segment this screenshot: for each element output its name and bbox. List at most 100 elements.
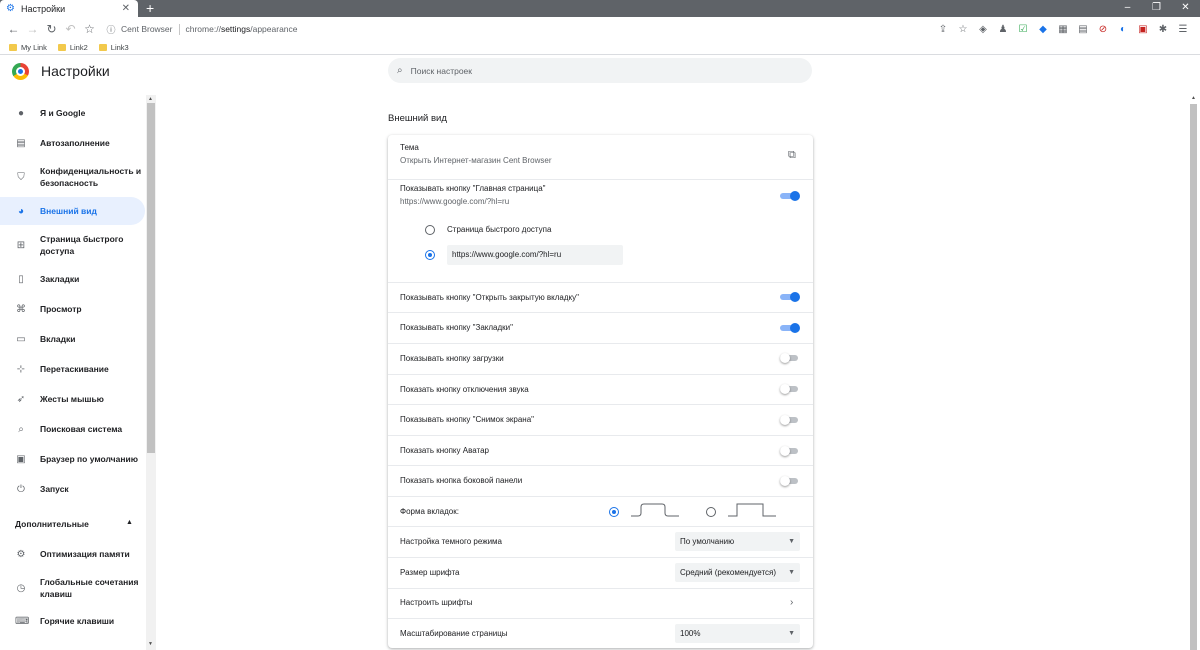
browser-icon: ▣ — [16, 453, 26, 465]
store-ext-icon[interactable]: ▤ — [1073, 24, 1093, 35]
home-button-toggle[interactable] — [780, 191, 800, 201]
screenshot-button-toggle[interactable] — [780, 415, 800, 425]
close-icon[interactable]: ✕ — [122, 3, 130, 14]
browse-icon: ⌘ — [16, 303, 26, 315]
speed-dial-icon: ⊞ — [16, 239, 26, 251]
radio-tab-shape-square[interactable] — [706, 507, 716, 517]
page-zoom-select[interactable]: 100% ▼ — [675, 624, 800, 643]
divider — [388, 435, 813, 436]
back-button[interactable]: ← — [4, 22, 23, 36]
sidebar-item-privacy[interactable]: ⛉ Конфиденциальность и безопасность — [0, 164, 145, 190]
new-tab-button[interactable]: + — [146, 0, 154, 16]
close-window-button[interactable]: ✕ — [1171, 0, 1200, 17]
bookmark-star-button[interactable]: ☆ — [80, 22, 99, 36]
folder-icon — [9, 44, 17, 51]
custom-fonts-row[interactable]: Настроить шрифты — [388, 598, 813, 612]
sidebar-item-mouse-gestures[interactable]: ➶ Жесты мышью — [0, 391, 145, 407]
grid-ext-icon[interactable]: ▦ — [1053, 24, 1073, 35]
reload-button[interactable]: ↻ — [42, 22, 61, 36]
font-size-select[interactable]: Средний (рекомендуется) ▼ — [675, 563, 800, 582]
undo-close-button[interactable]: ↶ — [61, 22, 80, 36]
sidebar-item-autofill[interactable]: ▤ Автозаполнение — [0, 135, 145, 151]
sidebar-item-startup[interactable]: ⏻ Запуск — [0, 481, 145, 497]
bookmark-item[interactable]: My Link — [9, 43, 47, 52]
menu-icon[interactable]: ☰ — [1173, 24, 1193, 35]
bookmark-item[interactable]: Link3 — [98, 43, 129, 52]
tabs-icon: ▭ — [16, 333, 26, 345]
scroll-up-icon[interactable]: ▲ — [148, 96, 153, 102]
scroll-down-icon[interactable]: ▼ — [148, 641, 153, 647]
sidebar-item-speed-dial[interactable]: ⊞ Страница быстрого доступа — [0, 232, 145, 258]
download-button-toggle[interactable] — [780, 353, 800, 363]
gear-icon: ⚙ — [6, 3, 15, 14]
sidebar-item-you-and-google[interactable]: ● Я и Google — [0, 105, 145, 121]
share-icon[interactable]: ⇪ — [933, 24, 953, 35]
info-icon[interactable]: ⓘ — [105, 23, 117, 36]
home-url-input[interactable]: https://www.google.com/?hl=ru — [447, 245, 623, 265]
check-ext-icon[interactable]: ☑ — [1013, 24, 1033, 35]
tab-shape-rounded-icon — [631, 503, 679, 517]
theme-title: Тема — [400, 143, 419, 152]
page-scrollbar[interactable]: ▲ — [1187, 91, 1200, 650]
star-icon[interactable]: ☆ — [953, 24, 973, 35]
section-title: Внешний вид — [388, 113, 447, 124]
tab-settings[interactable]: ⚙ Настройки ✕ — [0, 0, 138, 17]
sidebar-scrollbar[interactable]: ▲ ▼ — [146, 95, 156, 650]
window-controls: – ❐ ✕ — [1113, 0, 1200, 17]
block-ext-icon[interactable]: ⊘ — [1093, 24, 1113, 35]
sidebar-item-bookmarks[interactable]: ▯ Закладки — [0, 271, 145, 287]
reopen-tab-toggle[interactable] — [780, 292, 800, 302]
scrollbar-thumb[interactable] — [1190, 104, 1197, 650]
side-panel-button-toggle[interactable] — [780, 476, 800, 486]
power-icon: ⏻ — [17, 483, 25, 495]
divider — [388, 557, 813, 558]
sidebar-item-appearance[interactable]: ◕ Внешний вид — [0, 197, 145, 225]
divider — [388, 312, 813, 313]
folder-icon — [98, 44, 107, 51]
scroll-up-icon[interactable]: ▲ — [1191, 95, 1196, 101]
gear-icon: ⚙ — [16, 548, 26, 560]
search-input[interactable]: ⌕ Поиск настроек — [388, 58, 812, 83]
url-text[interactable]: chrome://settings/appearance — [186, 24, 298, 34]
home-button-title: Показывать кнопку "Главная страница" — [400, 184, 546, 193]
forward-button[interactable]: → — [23, 22, 42, 36]
bug-ext-icon[interactable]: ✱ — [1153, 24, 1173, 35]
red-ext-icon[interactable]: ▣ — [1133, 24, 1153, 35]
bookmark-item[interactable]: Link2 — [57, 43, 88, 52]
minimize-button[interactable]: – — [1113, 0, 1142, 17]
sidebar: ● Я и Google ▤ Автозаполнение ⛉ Конфиден… — [0, 91, 146, 650]
sidebar-item-default-browser[interactable]: ▣ Браузер по умолчанию — [0, 451, 145, 467]
badge-ext-icon[interactable]: ◆ — [1033, 24, 1053, 35]
chevron-right-icon[interactable]: › — [790, 597, 793, 608]
sidebar-item-drag[interactable]: ⊹ Перетаскивание — [0, 361, 145, 377]
extensions-area: ⇪ ☆ ◈ ♟ ☑ ◆ ▦ ▤ ⊘ ◐ ▣ ✱ ☰ — [933, 24, 1193, 35]
open-external-icon[interactable]: ⧉ — [788, 149, 796, 162]
dark-mode-select[interactable]: По умолчанию ▼ — [675, 532, 800, 551]
shield-ext-icon[interactable]: ◈ — [973, 24, 993, 35]
sidebar-item-memory[interactable]: ⚙ Оптимизация памяти — [0, 546, 145, 562]
home-button-url: https://www.google.com/?hl=ru — [400, 197, 510, 206]
clipboard-icon: ▤ — [16, 137, 26, 149]
radio-speed-dial[interactable] — [425, 225, 435, 235]
chevron-up-icon: ▲ — [126, 519, 133, 526]
avatar-button-toggle[interactable] — [780, 446, 800, 456]
bookmarks-button-toggle[interactable] — [780, 323, 800, 333]
address-bar[interactable]: ⓘ Cent Browser chrome://settings/appeara… — [105, 23, 933, 36]
translate-icon[interactable]: ♟ — [993, 24, 1013, 35]
maximize-button[interactable]: ❐ — [1142, 0, 1171, 17]
search-icon: ⌕ — [397, 65, 403, 76]
sidebar-item-browse[interactable]: ⌘ Просмотр — [0, 301, 145, 317]
sidebar-item-search-engine[interactable]: ⌕ Поисковая система — [0, 421, 145, 437]
sidebar-item-hotkeys[interactable]: ⌨ Горячие клавиши — [0, 613, 145, 629]
mute-button-toggle[interactable] — [780, 384, 800, 394]
radio-tab-shape-rounded[interactable] — [609, 507, 619, 517]
sidebar-item-tabs[interactable]: ▭ Вкладки — [0, 331, 145, 347]
tab-strip: ⚙ Настройки ✕ + – ❐ ✕ — [0, 0, 1200, 17]
radio-custom-url[interactable] — [425, 250, 435, 260]
theme-row[interactable]: Тема Открыть Интернет-магазин Cent Brows… — [388, 143, 813, 179]
sidebar-advanced-toggle[interactable]: Дополнительные ▲ — [15, 519, 133, 529]
tab-title: Настройки — [21, 3, 66, 14]
scrollbar-thumb[interactable] — [147, 103, 155, 453]
sync-ext-icon[interactable]: ◐ — [1113, 24, 1133, 35]
sidebar-item-global-shortcuts[interactable]: ◷ Глобальные сочетания клавиш — [0, 575, 145, 601]
